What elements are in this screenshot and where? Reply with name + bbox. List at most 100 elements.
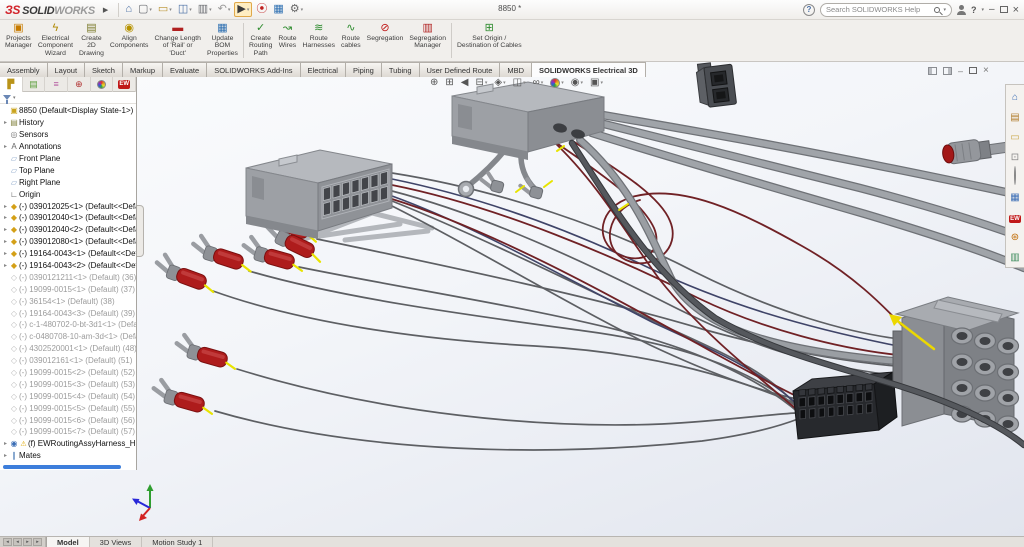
dropdown-caret-icon[interactable]: ▾ xyxy=(541,80,544,86)
tree-item[interactable]: ▱Top Plane xyxy=(0,164,136,176)
expand-arrow-icon[interactable]: ▸ xyxy=(2,119,9,126)
expand-arrow-icon[interactable]: ▸ xyxy=(2,203,9,210)
logo-expand-icon[interactable]: ▶ xyxy=(103,6,108,14)
tree-item[interactable]: ◇(-) 19099-0015<5> (Default) (55) xyxy=(0,402,136,414)
ribbon-button-align-components[interactable]: ◉Align Components xyxy=(107,21,152,60)
view-settings-button[interactable]: ▣▾ xyxy=(590,78,603,88)
tree-item[interactable]: ▸◆(-) 039012040<1> (Default<<Default xyxy=(0,212,136,224)
tree-item[interactable]: ▸◆(-) 039012025<1> (Default<<Default xyxy=(0,200,136,212)
tab-user-defined-route[interactable]: User Defined Route xyxy=(419,62,501,77)
dropdown-caret-icon[interactable]: ▾ xyxy=(228,7,231,13)
tab-mbd[interactable]: MBD xyxy=(499,62,532,77)
tab-scroll-button-3[interactable]: ▸ xyxy=(33,538,42,546)
ribbon-button-segregation-manager[interactable]: ▥Segregation Manager xyxy=(406,21,449,60)
ribbon-button-set-origin-destination[interactable]: ⊞Set Origin / Destination of Cables xyxy=(454,21,525,60)
dropdown-caret-icon[interactable]: ▾ xyxy=(209,7,212,13)
tab-solidworks-add-ins[interactable]: SOLIDWORKS Add-Ins xyxy=(206,62,300,77)
tab-scroll-button-1[interactable]: ◂ xyxy=(13,538,22,546)
tab-electricalmanager[interactable]: EW xyxy=(113,77,136,92)
tree-item[interactable]: ▸◆(-) 19164-0043<2> (Default<<Defau xyxy=(0,260,136,272)
tree-item[interactable]: ▸AAnnotations xyxy=(0,141,136,153)
expand-arrow-icon[interactable]: ▸ xyxy=(2,452,9,459)
close-button[interactable]: × xyxy=(1013,4,1019,16)
close-document-icon[interactable]: × xyxy=(983,65,989,76)
tree-item[interactable]: ◇(-) 039012161<1> (Default) (51) xyxy=(0,355,136,367)
forum-tab[interactable]: ⊛ xyxy=(1011,227,1019,245)
panel-flyout-handle[interactable] xyxy=(137,205,144,257)
tree-item[interactable]: ◇(-) 19099-0015<2> (Default) (52) xyxy=(0,367,136,379)
connector-right-12pin[interactable] xyxy=(893,297,1019,432)
tree-item[interactable]: ◇(-) c-1-480702-0-bt-3d1<1> (Default xyxy=(0,319,136,331)
edit-appearance-button[interactable]: ▾ xyxy=(550,78,564,88)
tab-assembly[interactable]: Assembly xyxy=(0,62,48,77)
doc-tab-model[interactable]: Model xyxy=(46,537,90,547)
ribbon-button-update-bom-properties[interactable]: ▦Update BOM Properties xyxy=(204,21,241,60)
tree-item[interactable]: ◇(-) c-0480708-10-am-3d<1> (Default xyxy=(0,331,136,343)
tree-item[interactable]: ▱Right Plane xyxy=(0,176,136,188)
tab-dimxpertmanager[interactable]: ⊕ xyxy=(68,77,91,92)
appearances-scenes-tab[interactable] xyxy=(1014,167,1016,185)
ribbon-button-route-cables[interactable]: ∿Route cables xyxy=(338,21,364,60)
tree-item[interactable]: ▱Front Plane xyxy=(0,153,136,165)
select-tool-button[interactable]: ▶▾ xyxy=(234,2,252,17)
save-button[interactable]: ◫▾ xyxy=(176,3,194,16)
tree-filter-row[interactable]: ▾ xyxy=(0,92,136,104)
tree-item[interactable]: ◇(-) 36154<1> (Default) (38) xyxy=(0,295,136,307)
view-palette-tab[interactable]: ⊡ xyxy=(1011,147,1019,165)
tab-configurationmanager[interactable]: ≡ xyxy=(45,77,68,92)
dropdown-caret-icon[interactable]: ▾ xyxy=(503,80,506,86)
dropdown-caret-icon[interactable]: ▾ xyxy=(561,80,564,86)
tree-item[interactable]: ◇(-) 4302520001<1> (Default) (48) xyxy=(0,343,136,355)
tree-item[interactable]: ▸◆(-) 039012040<2> (Default<<Default xyxy=(0,224,136,236)
preview-board-tab[interactable]: ▥ xyxy=(1010,247,1019,265)
tree-item[interactable]: ◇(-) 19099-0015<1> (Default) (37) xyxy=(0,283,136,295)
tree-item[interactable]: ◎Sensors xyxy=(0,129,136,141)
tab-scroll-button-0[interactable]: ◂ xyxy=(3,538,12,546)
ribbon-button-route-harnesses[interactable]: ≋Route Harnesses xyxy=(300,21,339,60)
tree-item[interactable]: ◇(-) 19099-0015<3> (Default) (53) xyxy=(0,378,136,390)
graphics-area[interactable]: ⊕⊞◀⊟▾◈▾◫▾∞▾▾◉▾▣▾ – × ⌂▤▭⊡▦EW⊛▥ xyxy=(0,62,1024,536)
tree-item[interactable]: ▸◆(-) 19164-0043<1> (Default<<Defau xyxy=(0,248,136,260)
tree-item[interactable]: ▸▤History xyxy=(0,117,136,129)
section-view-button[interactable]: ⊟▾ xyxy=(475,78,487,88)
tab-featuremanager[interactable]: ▛ xyxy=(0,77,23,92)
tree-item[interactable]: ▸◉⚠(f) EWRoutingAssyHarness_HB( xyxy=(0,438,136,450)
tab-markup[interactable]: Markup xyxy=(122,62,163,77)
minimize-document-icon[interactable]: – xyxy=(958,66,963,76)
search-icon[interactable] xyxy=(934,7,940,13)
help-menu-button[interactable]: ? xyxy=(971,5,977,15)
expand-arrow-icon[interactable]: ▸ xyxy=(2,250,9,257)
new-document-button[interactable]: ▢▾ xyxy=(136,3,154,16)
expand-arrow-icon[interactable]: ▸ xyxy=(2,214,9,221)
tab-solidworks-electrical-3d[interactable]: SOLIDWORKS Electrical 3D xyxy=(531,62,646,77)
restore-document-icon[interactable] xyxy=(969,67,977,74)
minimize-button[interactable]: – xyxy=(989,4,995,15)
tree-item[interactable]: ▣8850 (Default<Display State-1>) xyxy=(0,105,136,117)
search-options-caret-icon[interactable]: ▾ xyxy=(943,7,946,13)
display-style-button[interactable]: ◫▾ xyxy=(513,78,526,88)
restore-button[interactable] xyxy=(1000,6,1008,13)
tree-item[interactable]: ▸∥Mates xyxy=(0,450,136,462)
connector-top[interactable] xyxy=(452,82,604,160)
dropdown-caret-icon[interactable]: ▾ xyxy=(600,80,603,86)
show-pane-left-icon[interactable] xyxy=(928,67,937,75)
expand-arrow-icon[interactable]: ▸ xyxy=(2,440,9,447)
tree-horizontal-scrollbar[interactable] xyxy=(0,463,136,470)
tab-scroll-button-2[interactable]: ▸ xyxy=(23,538,32,546)
design-library-tab[interactable]: ▤ xyxy=(1010,107,1019,125)
tab-electrical[interactable]: Electrical xyxy=(300,62,346,77)
tree-item[interactable]: ◇(-) 19099-0015<4> (Default) (54) xyxy=(0,390,136,402)
ribbon-button-electrical-component-wizard[interactable]: ϟElectrical Component Wizard xyxy=(35,21,76,60)
3d-model-scene[interactable] xyxy=(0,62,1024,536)
scrollbar-thumb[interactable] xyxy=(3,465,121,469)
expand-arrow-icon[interactable]: ▸ xyxy=(2,143,9,150)
expand-arrow-icon[interactable]: ▸ xyxy=(2,238,9,245)
custom-properties-tab[interactable]: ▦ xyxy=(1010,187,1019,205)
connector-small-2pin[interactable] xyxy=(695,62,736,108)
file-explorer-tab[interactable]: ▭ xyxy=(1010,127,1019,145)
filter-icon[interactable] xyxy=(3,95,11,100)
dropdown-caret-icon[interactable]: ▾ xyxy=(523,80,526,86)
solidworks-electrical-tab[interactable]: EW xyxy=(1009,207,1021,225)
dropdown-caret-icon[interactable]: ▾ xyxy=(485,80,488,86)
search-input[interactable]: Search SOLIDWORKS Help ▾ xyxy=(820,3,952,17)
